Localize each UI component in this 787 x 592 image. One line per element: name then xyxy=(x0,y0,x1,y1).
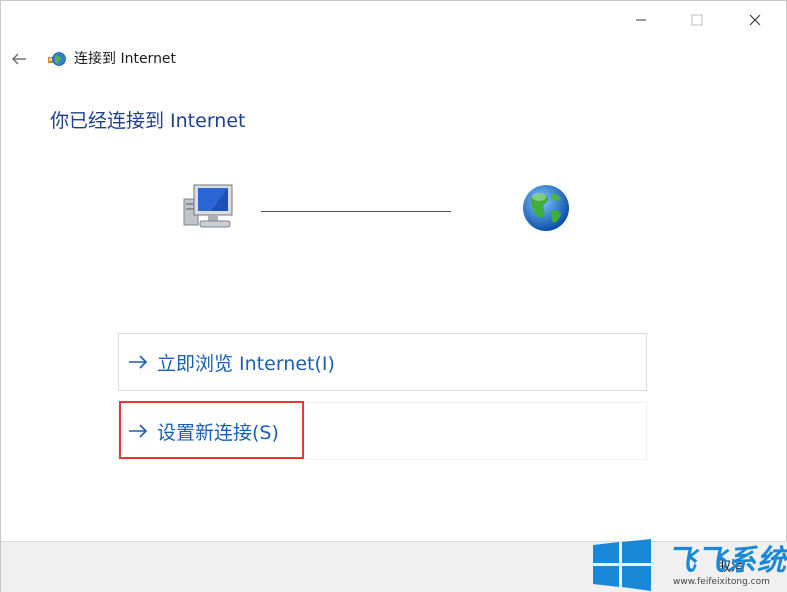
windows-logo-icon xyxy=(593,539,651,591)
close-button[interactable] xyxy=(727,1,783,39)
network-globe-icon xyxy=(48,52,66,66)
watermark: 飞飞系统 www.feifeixitong.com xyxy=(589,537,787,592)
minimize-icon xyxy=(636,19,646,21)
arrow-right-icon xyxy=(129,355,148,369)
maximize-button[interactable] xyxy=(669,1,725,39)
browse-internet-link[interactable]: 立即浏览 Internet(I) xyxy=(118,333,647,391)
browse-internet-label: 立即浏览 Internet(I) xyxy=(157,352,335,375)
close-icon xyxy=(749,14,761,26)
page-heading: 你已经连接到 Internet xyxy=(50,110,246,132)
watermark-brand: 飞飞系统 xyxy=(667,543,787,577)
setup-new-connection-link[interactable]: 设置新连接(S) xyxy=(118,402,647,460)
setup-new-connection-label: 设置新连接(S) xyxy=(157,421,279,444)
maximize-icon xyxy=(691,14,703,26)
watermark-url: www.feifeixitong.com xyxy=(673,577,770,587)
back-button[interactable] xyxy=(7,47,31,71)
window-title: 连接到 Internet xyxy=(74,51,177,67)
connect-internet-window: 连接到 Internet 你已经连接到 Internet 立即浏览 Intern… xyxy=(0,0,787,592)
internet-globe-icon xyxy=(523,185,569,231)
computer-icon xyxy=(183,184,233,228)
minimize-button[interactable] xyxy=(613,1,669,39)
connection-line xyxy=(261,211,451,212)
arrow-right-icon xyxy=(129,424,148,438)
arrow-left-icon xyxy=(12,53,26,65)
